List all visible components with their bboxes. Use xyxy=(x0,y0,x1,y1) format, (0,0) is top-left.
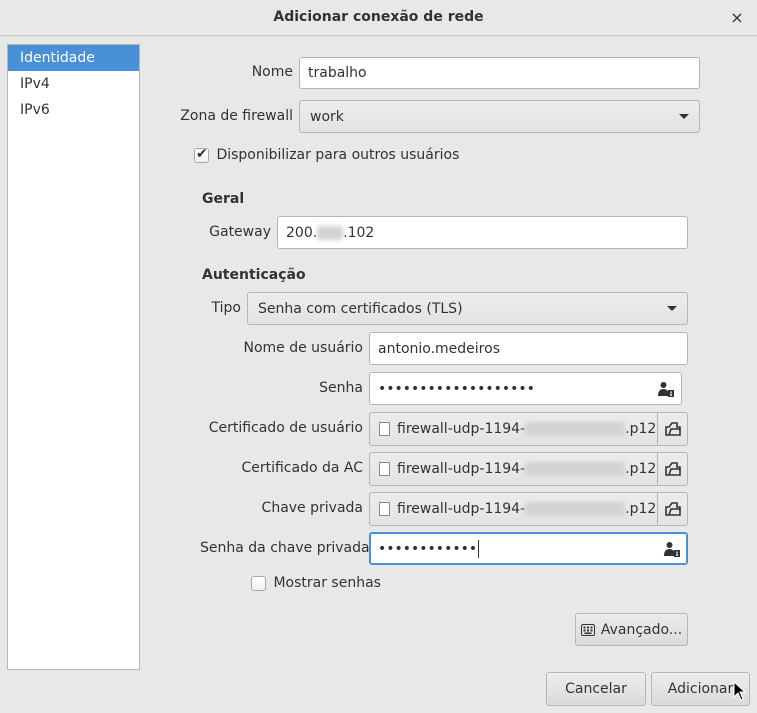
add-label: Adicionar xyxy=(667,681,734,697)
chevron-down-icon xyxy=(667,306,677,311)
share-row: ✔ Disponibilizar para outros usuários xyxy=(194,145,460,163)
key-password-value: •••••••••••• xyxy=(378,540,478,557)
sidebar-item-identidade[interactable]: Identidade xyxy=(8,45,139,71)
sidebar: Identidade IPv4 IPv6 xyxy=(7,44,140,670)
gateway-prefix: 200. xyxy=(286,224,318,241)
ca-cert-prefix: firewall-udp-1194- xyxy=(397,461,526,477)
private-key-label: Chave privada xyxy=(261,500,363,516)
private-key-filename: firewall-udp-1194- .p12 xyxy=(397,501,657,517)
gateway-input[interactable]: 200. .102 xyxy=(277,216,688,249)
show-passwords-row: Mostrar senhas xyxy=(251,575,381,591)
close-icon[interactable]: × xyxy=(729,8,745,28)
advanced-label: Avançado... xyxy=(600,621,683,638)
username-input[interactable]: antonio.medeiros xyxy=(369,332,688,365)
firewall-zone-label: Zona de firewall xyxy=(180,108,293,124)
user-cert-label: Certificado de usuário xyxy=(208,420,363,436)
check-icon: ✔ xyxy=(196,145,208,162)
firewall-zone-value: work xyxy=(310,108,344,125)
show-passwords-label: Mostrar senhas xyxy=(273,575,381,591)
ca-cert-suffix: .p12 xyxy=(625,461,657,477)
ca-cert-label: Certificado da AC xyxy=(241,460,363,476)
user-cert-suffix: .p12 xyxy=(625,421,657,437)
text-cursor xyxy=(478,539,480,558)
gateway-suffix: .102 xyxy=(343,224,375,241)
open-file-icon[interactable] xyxy=(657,493,687,525)
ca-cert-filename: firewall-udp-1194- .p12 xyxy=(397,461,657,477)
mouse-pointer-icon xyxy=(733,680,747,701)
name-value: trabalho xyxy=(308,65,367,81)
share-checkbox[interactable]: ✔ xyxy=(194,145,209,163)
cancel-button[interactable]: Cancelar xyxy=(546,672,646,706)
document-icon xyxy=(379,502,390,516)
password-storage-icon[interactable] xyxy=(663,541,681,557)
sidebar-item-ipv4[interactable]: IPv4 xyxy=(8,71,139,97)
keyboard-icon xyxy=(580,623,595,636)
password-storage-icon[interactable] xyxy=(657,381,675,397)
open-file-icon[interactable] xyxy=(657,453,687,485)
key-password-input[interactable]: •••••••••••• xyxy=(369,532,688,565)
password-value: ••••••••••••••••••• xyxy=(378,380,535,397)
private-key-suffix: .p12 xyxy=(625,501,657,517)
general-section-title: Geral xyxy=(202,191,245,207)
title-bar: Adicionar conexão de rede × xyxy=(0,0,757,36)
gateway-label: Gateway xyxy=(209,224,271,240)
document-icon xyxy=(379,462,390,476)
user-cert-file-button[interactable]: firewall-udp-1194- .p12 xyxy=(369,412,688,446)
private-key-file-button[interactable]: firewall-udp-1194- .p12 xyxy=(369,492,688,526)
firewall-zone-select[interactable]: work xyxy=(299,100,700,133)
user-cert-prefix: firewall-udp-1194- xyxy=(397,421,526,437)
document-icon xyxy=(379,422,390,436)
password-input[interactable]: ••••••••••••••••••• xyxy=(369,372,682,405)
key-password-label: Senha da chave privada xyxy=(200,540,370,556)
name-input[interactable]: trabalho xyxy=(299,57,700,89)
password-label: Senha xyxy=(319,380,363,396)
type-label: Tipo xyxy=(211,300,241,316)
name-label: Nome xyxy=(251,64,293,80)
redacted-blur xyxy=(525,422,626,436)
username-label: Nome de usuário xyxy=(243,340,363,356)
auth-type-value: Senha com certificados (TLS) xyxy=(258,300,463,317)
chevron-down-icon xyxy=(679,114,689,119)
show-passwords-checkbox[interactable] xyxy=(251,575,266,591)
user-cert-filename: firewall-udp-1194- .p12 xyxy=(397,421,657,437)
redacted-blur xyxy=(317,225,344,240)
auth-type-select[interactable]: Senha com certificados (TLS) xyxy=(247,292,688,325)
cancel-label: Cancelar xyxy=(565,681,627,697)
dialog-title: Adicionar conexão de rede xyxy=(273,9,484,25)
username-value: antonio.medeiros xyxy=(378,340,500,357)
private-key-prefix: firewall-udp-1194- xyxy=(397,501,526,517)
redacted-blur xyxy=(525,462,626,476)
open-file-icon[interactable] xyxy=(657,413,687,445)
share-label: Disponibilizar para outros usuários xyxy=(216,147,460,163)
advanced-button[interactable]: Avançado... xyxy=(575,613,688,646)
auth-section-title: Autenticação xyxy=(202,267,306,283)
sidebar-item-ipv6[interactable]: IPv6 xyxy=(8,97,139,123)
redacted-blur xyxy=(525,502,626,516)
ca-cert-file-button[interactable]: firewall-udp-1194- .p12 xyxy=(369,452,688,486)
